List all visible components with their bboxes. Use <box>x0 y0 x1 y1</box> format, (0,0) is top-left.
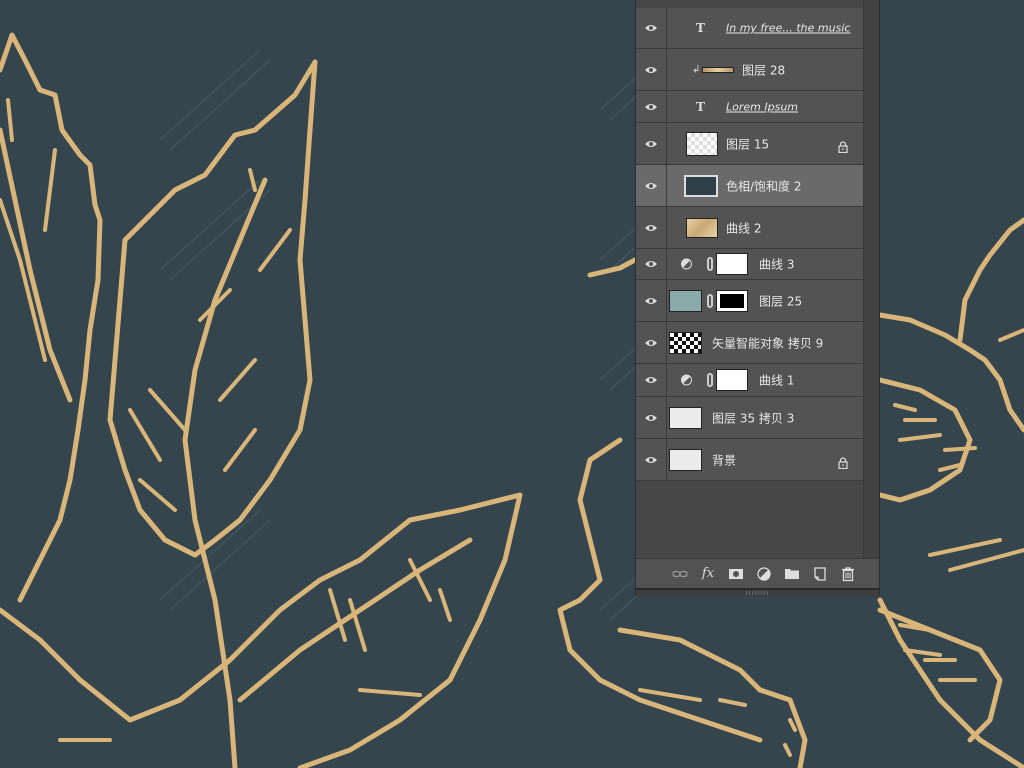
layer-name: 图层 28 <box>742 63 786 77</box>
layer-row[interactable]: 曲线 2 <box>636 207 863 249</box>
layer-thumbnail <box>686 217 718 238</box>
layer-row[interactable]: T In my free... the music <box>636 8 863 49</box>
layer-name: 曲线 1 <box>759 373 795 388</box>
visibility-eye-icon[interactable] <box>636 8 667 48</box>
layer-row[interactable]: 图层 35 拷贝 3 <box>636 397 863 439</box>
new-group-icon <box>784 566 800 582</box>
adjustment-icon <box>681 374 692 386</box>
new-layer-button[interactable] <box>812 566 828 582</box>
link-layers-icon <box>672 566 688 582</box>
layer-mask-thumbnail <box>716 253 748 275</box>
layer-row[interactable]: 图层 25 <box>636 280 863 322</box>
layer-name: Lorem Ipsum <box>726 100 799 113</box>
fx-button[interactable]: fx <box>700 566 716 582</box>
add-mask-button[interactable] <box>728 566 744 582</box>
link-chain-icon <box>707 293 713 308</box>
layer-row[interactable]: 背景 <box>636 439 863 481</box>
layers-panel: T In my free... the music ↲ 图层 28 T Lorem Ips… <box>635 0 880 596</box>
layer-row[interactable]: 曲线 1 <box>636 364 863 397</box>
layer-row[interactable]: 色相/饱和度 2 <box>636 165 863 207</box>
add-mask-icon <box>728 566 744 582</box>
lock-icon <box>838 454 848 469</box>
layer-row[interactable]: 图层 15 <box>636 123 863 165</box>
layer-name: 矢量智能对象 拷贝 9 <box>712 336 824 350</box>
visibility-eye-icon[interactable] <box>636 249 667 279</box>
layers-panel-footer: fx <box>636 558 879 588</box>
layer-name: 色相/饱和度 2 <box>726 179 802 193</box>
adjustment-icon <box>681 258 692 270</box>
visibility-eye-icon[interactable] <box>636 49 667 90</box>
layer-mask-thumbnail <box>716 289 748 312</box>
layer-row[interactable]: 曲线 3 <box>636 249 863 280</box>
leaf-left-outline <box>0 32 103 603</box>
layer-name: 曲线 3 <box>759 257 795 272</box>
layer-thumbnail <box>669 406 702 429</box>
visibility-eye-icon[interactable] <box>636 397 667 438</box>
layer-name: 图层 25 <box>759 294 803 308</box>
text-layer-icon: T <box>696 99 705 114</box>
layer-thumbnail <box>669 331 702 354</box>
adjustment-layer-button[interactable] <box>756 566 772 582</box>
layers-list: T In my free... the music ↲ 图层 28 T Lorem Ips… <box>636 8 863 481</box>
visibility-eye-icon[interactable] <box>636 123 667 164</box>
visibility-eye-icon[interactable] <box>636 91 667 122</box>
visibility-eye-icon[interactable] <box>636 322 667 363</box>
watermarks <box>159 19 711 621</box>
delete-layer-icon <box>840 566 856 582</box>
visibility-eye-icon[interactable] <box>636 364 667 396</box>
layers-scrollbar[interactable] <box>863 0 879 560</box>
visibility-eye-icon[interactable] <box>636 280 667 321</box>
link-chain-icon <box>707 257 713 271</box>
layer-thumbnail <box>702 66 734 73</box>
new-layer-icon <box>812 566 828 582</box>
visibility-eye-icon[interactable] <box>636 207 667 248</box>
layer-thumbnail <box>669 448 702 471</box>
visibility-eye-icon[interactable] <box>636 439 667 480</box>
lock-icon <box>838 138 848 153</box>
fx-icon: fx <box>701 566 715 581</box>
layer-row[interactable]: T Lorem Ipsum <box>636 91 863 123</box>
delete-layer-button[interactable] <box>840 566 856 582</box>
link-chain-icon <box>707 373 713 387</box>
layer-name: 背景 <box>712 453 737 467</box>
layer-row[interactable]: ↲ 图层 28 <box>636 49 863 91</box>
clipping-arrow-icon: ↲ <box>692 64 701 75</box>
new-group-button[interactable] <box>784 566 800 582</box>
adjustment-layer-icon <box>756 566 772 582</box>
flower-outline <box>587 257 638 278</box>
layer-thumbnail <box>669 289 702 312</box>
layer-name: 图层 35 拷贝 3 <box>712 411 795 425</box>
layer-name: 曲线 2 <box>726 221 762 235</box>
layer-mask-thumbnail <box>716 369 748 391</box>
layer-name: 图层 15 <box>726 137 770 151</box>
visibility-eye-icon[interactable] <box>636 165 667 206</box>
panel-resize-grip[interactable] <box>636 588 879 596</box>
layer-thumbnail <box>686 131 718 156</box>
text-layer-icon: T <box>696 21 705 35</box>
link-layers-button[interactable] <box>672 566 688 582</box>
layer-row[interactable]: 矢量智能对象 拷贝 9 <box>636 322 863 364</box>
layer-name: In my free... the music <box>726 21 851 35</box>
leaf-bottom-outline <box>0 492 523 768</box>
layer-thumbnail <box>684 174 718 197</box>
